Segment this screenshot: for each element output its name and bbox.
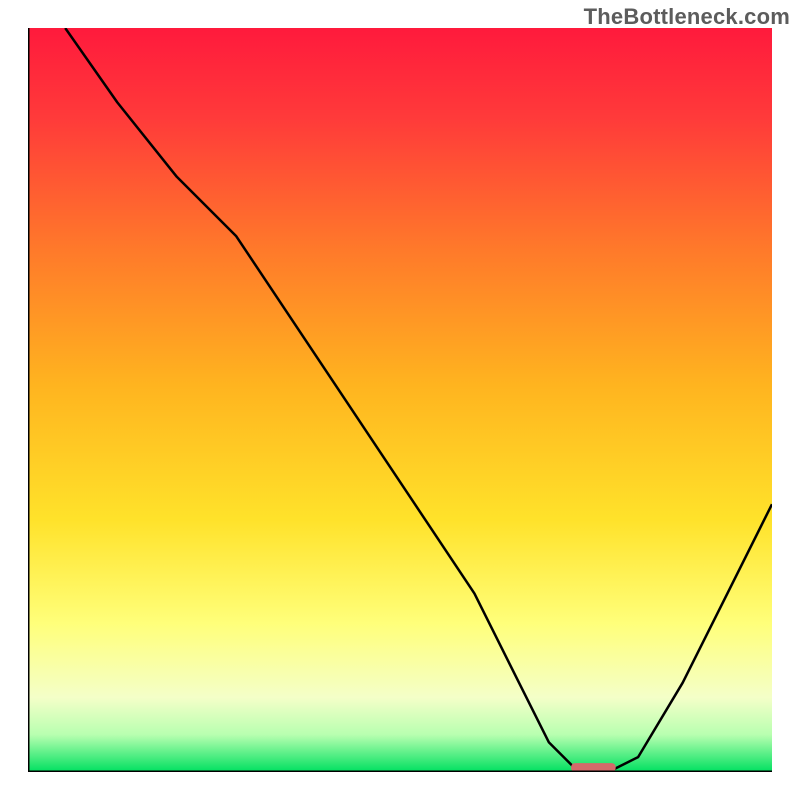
gradient-background <box>28 28 772 772</box>
watermark-text: TheBottleneck.com <box>584 4 790 30</box>
chart-stage: TheBottleneck.com <box>0 0 800 800</box>
plot-frame <box>28 28 772 772</box>
chart-svg <box>28 28 772 772</box>
